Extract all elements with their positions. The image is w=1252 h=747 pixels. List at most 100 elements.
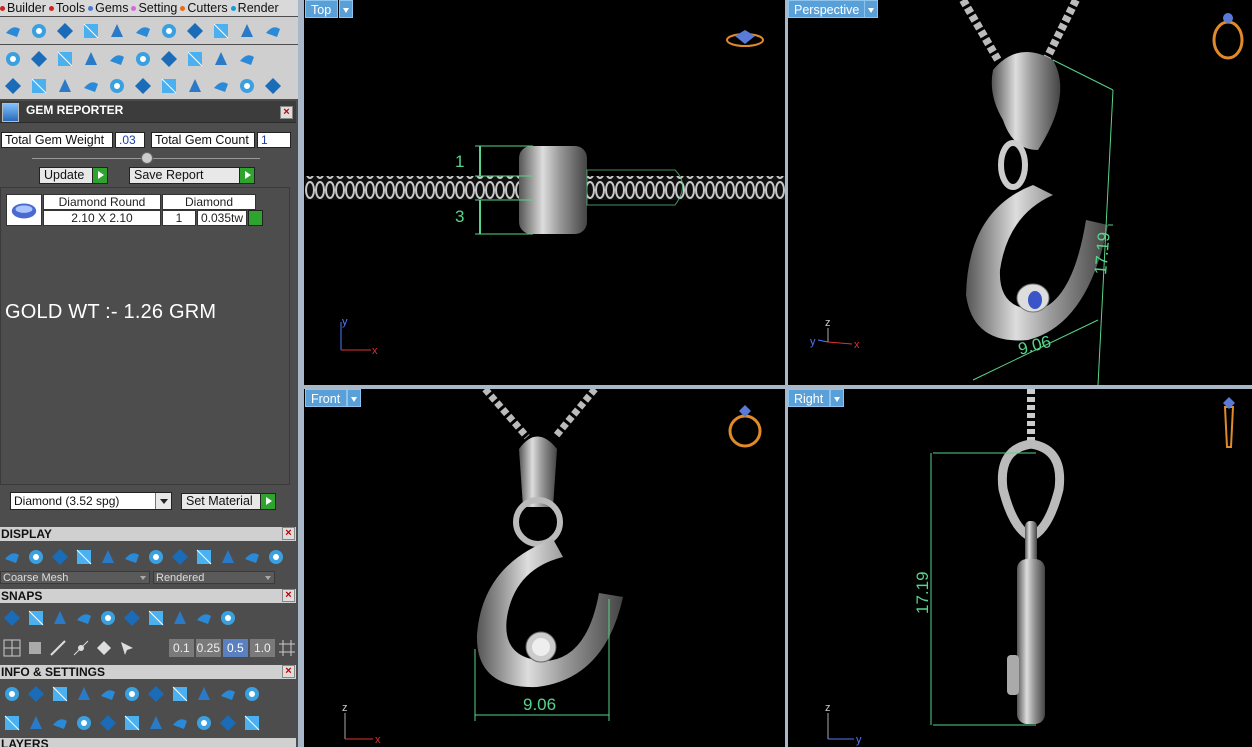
snap-box-icon[interactable] <box>24 637 45 659</box>
display-layers-icon[interactable] <box>121 546 143 568</box>
transform-c-icon[interactable] <box>217 712 239 734</box>
display-section-header[interactable]: DISPLAY × <box>0 527 296 541</box>
gem-tool-19-icon[interactable] <box>209 47 233 71</box>
gem-tool-4-icon[interactable] <box>79 19 103 43</box>
snap-mid-icon[interactable] <box>169 607 191 629</box>
display-sphere-blue-icon[interactable] <box>49 546 71 568</box>
gem-tool-6-icon[interactable] <box>131 19 155 43</box>
gem-tool-3-icon[interactable] <box>53 19 77 43</box>
gem-tool-13-icon[interactable] <box>53 47 77 71</box>
menu-tools[interactable]: Tools <box>48 1 88 15</box>
gem-tool-18-icon[interactable] <box>183 47 207 71</box>
gem-tool-15-icon[interactable] <box>105 47 129 71</box>
transform-d-icon[interactable] <box>241 712 263 734</box>
rotate-icon[interactable] <box>131 74 155 98</box>
gem-tool-14-icon[interactable] <box>79 47 103 71</box>
snap-circle-icon[interactable] <box>145 607 167 629</box>
layers-stack-icon[interactable] <box>49 683 71 705</box>
transform-b-icon[interactable] <box>193 712 215 734</box>
mesh-dropdown[interactable]: Coarse Mesh <box>0 571 150 584</box>
snap-pointer-icon[interactable] <box>117 637 138 659</box>
snap-grid-icon[interactable] <box>1 637 22 659</box>
gem-tool-10-icon[interactable] <box>235 19 259 43</box>
gem-tool-20-icon[interactable] <box>235 47 259 71</box>
curve-icon[interactable] <box>27 74 51 98</box>
render-cube-icon[interactable] <box>145 683 167 705</box>
gem-tool-1-icon[interactable] <box>1 19 25 43</box>
boolean-icon[interactable] <box>1 74 25 98</box>
gem-tool-11-icon[interactable] <box>261 19 285 43</box>
panel-a-icon[interactable] <box>193 683 215 705</box>
material-select[interactable]: Diamond (3.52 spg) <box>10 492 172 510</box>
menu-render[interactable]: Render <box>230 1 282 15</box>
display-metal-ball-icon[interactable] <box>145 546 167 568</box>
gem-tool-2-icon[interactable] <box>27 19 51 43</box>
panel-c-icon[interactable] <box>241 683 263 705</box>
move-icon[interactable] <box>105 74 129 98</box>
viewport-right[interactable]: 17.19 z y Right <box>788 389 1252 747</box>
viewport-right-menu-icon[interactable] <box>830 389 844 407</box>
viewport-perspective-label[interactable]: Perspective <box>788 0 867 18</box>
panel-b-icon[interactable] <box>217 683 239 705</box>
extrude-icon[interactable] <box>79 74 103 98</box>
display-panel-toggle-icon[interactable] <box>265 546 287 568</box>
gem-row-go-icon[interactable] <box>248 210 263 226</box>
display-person-icon[interactable] <box>25 546 47 568</box>
gem-tool-16-icon[interactable] <box>131 47 155 71</box>
snap-value-0.1[interactable]: 0.1 <box>168 639 194 657</box>
scatter-icon[interactable] <box>121 712 143 734</box>
settings-gear-icon[interactable] <box>1 683 23 705</box>
diamond-icon[interactable] <box>27 47 51 71</box>
filter-icon[interactable] <box>97 712 119 734</box>
gem-tool-7-icon[interactable] <box>157 19 181 43</box>
gem-tool-12-icon[interactable] <box>1 47 25 71</box>
viewport-front-label[interactable]: Front <box>305 389 348 407</box>
viewport-top-label[interactable]: Top <box>305 0 339 18</box>
display-grid-icon[interactable] <box>1 546 23 568</box>
display-half-ball-icon[interactable] <box>193 546 215 568</box>
display-sphere-purple-icon[interactable] <box>73 546 95 568</box>
snap-tangent-icon[interactable] <box>70 637 91 659</box>
menu-setting[interactable]: Setting <box>131 1 180 15</box>
viewport-right-label[interactable]: Right <box>788 389 831 407</box>
snap-value-0.5[interactable]: 0.5 <box>222 639 248 657</box>
display-white-ball-icon[interactable] <box>217 546 239 568</box>
viewport-front[interactable]: 9.06 z x Front <box>305 389 785 747</box>
circle-icon[interactable] <box>261 74 285 98</box>
viewport-perspective[interactable]: 9.06 17.19 z x y Perspective <box>788 0 1252 385</box>
gem-tool-5-icon[interactable] <box>105 19 129 43</box>
snap-line-icon[interactable] <box>47 637 68 659</box>
info-settings-section-header[interactable]: INFO & SETTINGS × <box>0 665 296 679</box>
save-report-button[interactable]: Save Report <box>129 167 255 184</box>
set-material-button[interactable]: Set Material <box>181 493 276 510</box>
snaps-section-header[interactable]: SNAPS × <box>0 589 296 603</box>
export-icon[interactable] <box>145 712 167 734</box>
gem-tool-8-icon[interactable] <box>183 19 207 43</box>
panel-splitter[interactable] <box>298 0 304 747</box>
book-icon[interactable] <box>73 712 95 734</box>
menu-builder[interactable]: Builder <box>0 1 49 15</box>
search-icon[interactable] <box>25 683 47 705</box>
monitor-icon[interactable] <box>25 712 47 734</box>
update-button[interactable]: Update <box>39 167 108 184</box>
render-dropdown[interactable]: Rendered <box>153 571 275 584</box>
viewport-top-menu-icon[interactable] <box>339 0 353 18</box>
snap-value-1.0[interactable]: 1.0 <box>249 639 275 657</box>
menu-gems[interactable]: Gems <box>88 1 131 15</box>
edit-icon[interactable] <box>121 683 143 705</box>
snaps-close-icon[interactable]: × <box>282 589 295 602</box>
snap-quad-icon[interactable] <box>193 607 215 629</box>
viewport-perspective-menu-icon[interactable] <box>864 0 878 18</box>
cube-icon[interactable] <box>73 683 95 705</box>
paint-icon[interactable] <box>169 683 191 705</box>
display-close-icon[interactable]: × <box>282 527 295 540</box>
snap-center-icon[interactable] <box>121 607 143 629</box>
splitter-handle[interactable] <box>141 152 153 164</box>
pipe-icon[interactable] <box>53 74 77 98</box>
snap-endpoint-icon[interactable] <box>1 607 23 629</box>
snap-diamond-icon[interactable] <box>94 637 115 659</box>
snap-grid-toggle-icon[interactable] <box>277 637 298 659</box>
info-close-icon[interactable]: × <box>282 665 295 678</box>
viewport-top[interactable]: 1 3 y x Top <box>305 0 785 385</box>
split-icon[interactable] <box>209 74 233 98</box>
